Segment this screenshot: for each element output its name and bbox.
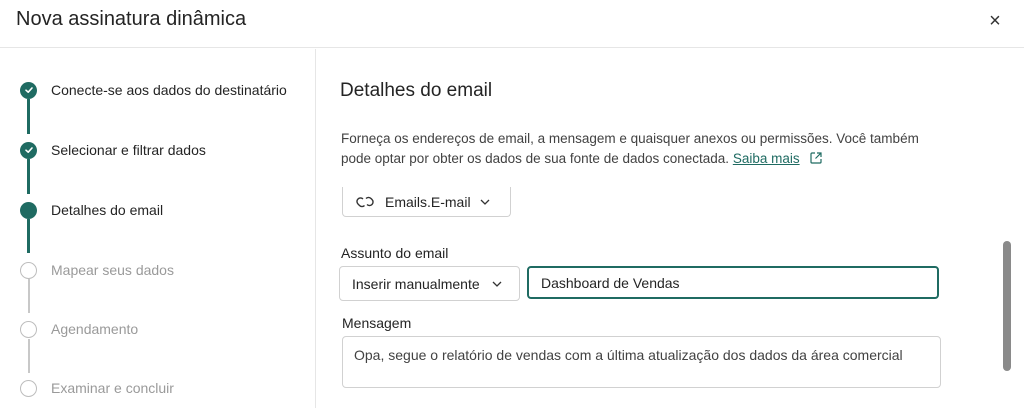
step-label: Selecionar e filtrar dados <box>51 142 206 158</box>
step-label: Mapear seus dados <box>51 262 174 278</box>
subject-label: Assunto do email <box>341 245 449 261</box>
check-icon <box>20 141 37 159</box>
step-select-filter[interactable]: Selecionar e filtrar dados <box>20 140 206 160</box>
chevron-down-icon <box>480 199 490 205</box>
message-value: Opa, segue o relatório de vendas com a ú… <box>354 347 903 363</box>
step-email-details[interactable]: Detalhes do email <box>20 200 163 220</box>
main-panel: Detalhes do email Forneça os endereços d… <box>317 49 1024 408</box>
external-link-icon[interactable] <box>809 151 823 165</box>
pending-step-icon <box>20 379 37 397</box>
subject-mode-value: Inserir manualmente <box>352 275 480 292</box>
step-recipient-data[interactable]: Conecte-se aos dados do destinatário <box>20 80 287 100</box>
section-title: Detalhes do email <box>340 80 493 101</box>
step-connector <box>27 219 30 253</box>
current-step-icon <box>20 201 37 219</box>
subject-input-value: Dashboard de Vendas <box>541 274 680 291</box>
learn-more-link[interactable]: Saiba mais <box>733 151 800 166</box>
subject-input[interactable]: Dashboard de Vendas <box>527 266 939 299</box>
email-field-button[interactable]: Emails.E-mail <box>342 187 511 217</box>
close-icon[interactable]: × <box>984 10 1006 32</box>
step-connector <box>28 279 30 313</box>
check-icon <box>20 81 37 99</box>
message-textarea[interactable]: Opa, segue o relatório de vendas com a ú… <box>342 336 941 388</box>
section-description: Forneça os endereços de email, a mensage… <box>341 129 941 169</box>
step-label: Examinar e concluir <box>51 380 174 396</box>
scrollbar-thumb[interactable] <box>1003 241 1011 371</box>
step-connector <box>27 99 30 134</box>
link-icon <box>356 196 374 207</box>
pending-step-icon <box>20 261 37 279</box>
subject-mode-select[interactable]: Inserir manualmente <box>339 266 520 301</box>
step-label: Detalhes do email <box>51 202 164 218</box>
step-connector <box>28 339 30 373</box>
description-text: Forneça os endereços de email, a mensage… <box>341 131 919 166</box>
step-connector <box>27 159 30 194</box>
email-field-label: Emails.E-mail <box>385 193 471 210</box>
step-label: Agendamento <box>51 321 139 337</box>
step-map-data[interactable]: Mapear seus dados <box>20 260 174 280</box>
step-review-finish[interactable]: Examinar e concluir <box>20 378 174 398</box>
message-label: Mensagem <box>342 315 412 331</box>
step-label: Conecte-se aos dados do destinatário <box>51 82 287 98</box>
steps-panel: Conecte-se aos dados do destinatário Sel… <box>0 49 316 408</box>
dialog-title: Nova assinatura dinâmica <box>16 8 247 30</box>
chevron-down-icon <box>492 281 502 287</box>
step-schedule[interactable]: Agendamento <box>20 319 138 339</box>
dialog-header: Nova assinatura dinâmica × <box>0 0 1024 48</box>
pending-step-icon <box>20 320 37 338</box>
